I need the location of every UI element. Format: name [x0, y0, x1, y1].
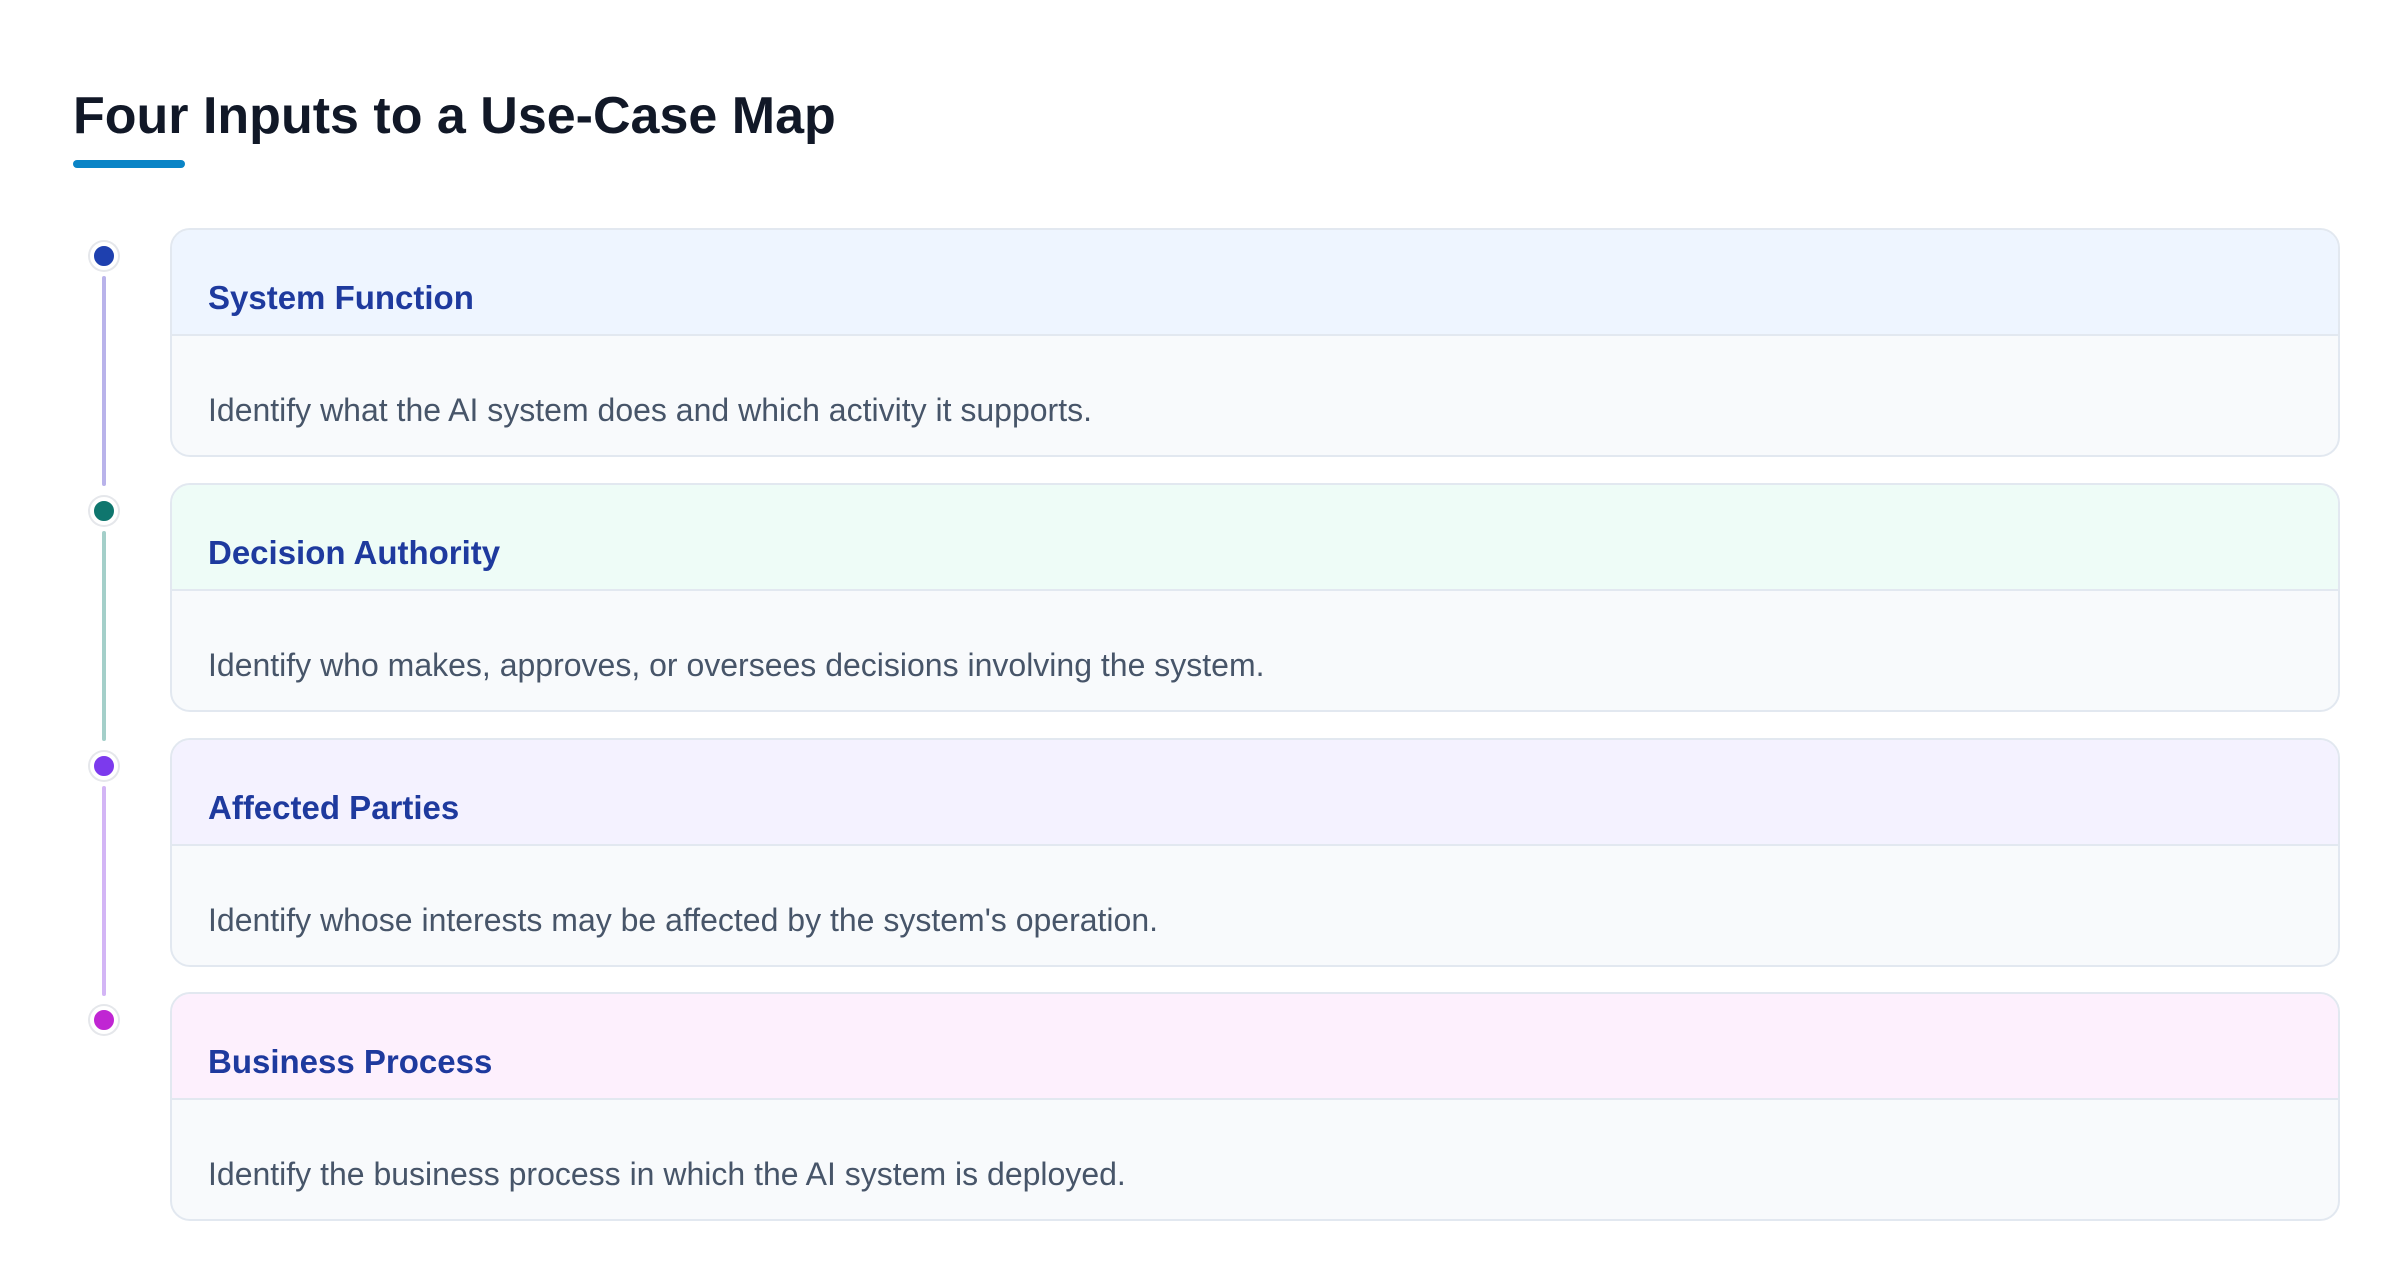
- step-card: Affected Parties Identify whose interest…: [170, 738, 2340, 967]
- step-card-header: Business Process: [172, 994, 2338, 1100]
- step-card-header: System Function: [172, 230, 2338, 336]
- step-card: Business Process Identify the business p…: [170, 992, 2340, 1221]
- step-description: Identify the business process in which t…: [208, 1156, 1126, 1192]
- timeline-step-affected-parties: Affected Parties Identify whose interest…: [0, 738, 2400, 996]
- step-card: Decision Authority Identify who makes, a…: [170, 483, 2340, 712]
- timeline-dot: [90, 497, 118, 525]
- step-card-header: Affected Parties: [172, 740, 2338, 846]
- step-title: Business Process: [208, 1043, 493, 1080]
- step-title: System Function: [208, 279, 474, 316]
- step-card: System Function Identify what the AI sys…: [170, 228, 2340, 457]
- step-title: Decision Authority: [208, 534, 501, 571]
- timeline-step-business-process: Business Process Identify the business p…: [0, 992, 2400, 1223]
- timeline-dot: [90, 242, 118, 270]
- timeline-step-decision-authority: Decision Authority Identify who makes, a…: [0, 483, 2400, 741]
- step-description: Identify what the AI system does and whi…: [208, 392, 1092, 428]
- timeline-connector: [102, 531, 106, 741]
- timeline-connector: [102, 276, 106, 486]
- step-description: Identify whose interests may be affected…: [208, 902, 1159, 938]
- timeline-step-system-function: System Function Identify what the AI sys…: [0, 228, 2400, 486]
- step-description: Identify who makes, approves, or oversee…: [208, 647, 1265, 683]
- timeline-dot: [90, 1006, 118, 1034]
- timeline: System Function Identify what the AI sys…: [0, 0, 2400, 1286]
- step-title: Affected Parties: [208, 789, 460, 826]
- timeline-connector: [102, 786, 106, 996]
- step-card-header: Decision Authority: [172, 485, 2338, 591]
- timeline-dot: [90, 752, 118, 780]
